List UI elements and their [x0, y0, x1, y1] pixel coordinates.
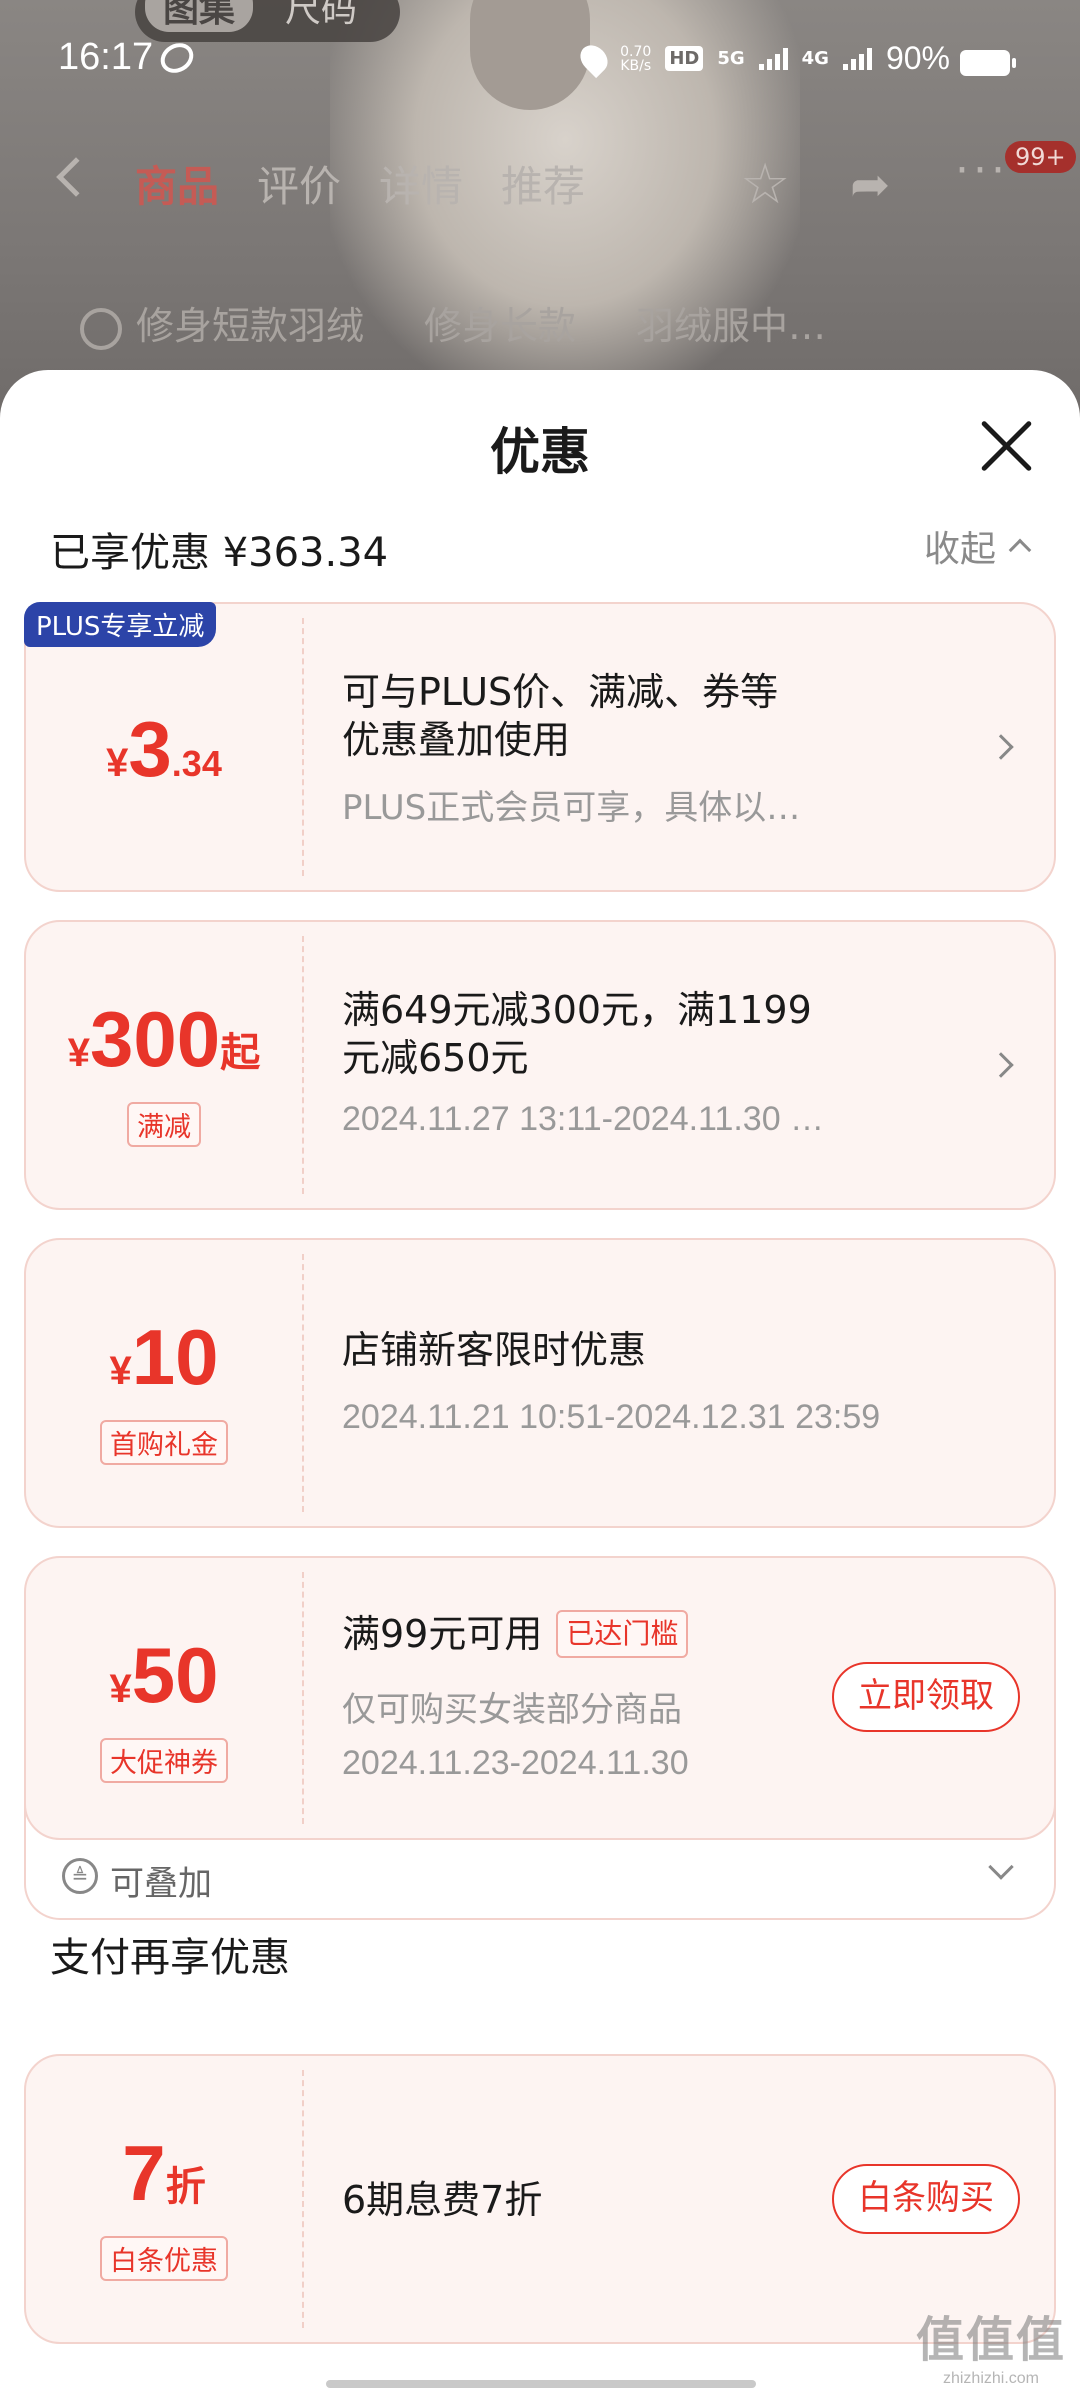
- coupon-validity: 2024.11.27 13:11-2024.11.30 …: [342, 1100, 825, 1138]
- share-icon: ➦: [850, 157, 891, 213]
- coupon-validity: 2024.11.23-2024.11.30: [342, 1744, 689, 1782]
- tab-recommend: 推荐: [501, 162, 586, 211]
- chevron-right-icon: [988, 734, 1014, 760]
- coupon-title: 店铺新客限时优惠: [342, 1328, 647, 1372]
- variant-selector: 修身短款羽绒 修身长款 羽绒服中…: [80, 295, 826, 350]
- card-divider: [302, 1254, 304, 1512]
- coupon-tag: 大促神券: [26, 1738, 302, 1783]
- variant-option: 修身长款: [424, 304, 577, 348]
- variant-option: 羽绒服中…: [636, 304, 827, 348]
- coupon-amount: ¥300起: [67, 995, 261, 1083]
- status-icons: 0.70 KB/s HD 5G 4G 90%: [575, 39, 950, 78]
- location-icon: [575, 39, 614, 78]
- plus-badge: PLUS专享立减: [24, 602, 217, 647]
- coupon-amount: ¥50: [109, 1631, 219, 1719]
- tab-reviews: 评价: [257, 162, 342, 211]
- network-speed: 0.70 KB/s: [620, 43, 652, 74]
- payment-offer-title: 6期息费7折: [342, 2178, 543, 2222]
- stackable-label: 可叠加: [110, 1864, 212, 1904]
- payment-offer-card[interactable]: 7折 白条优惠 6期息费7折 白条购买: [24, 2054, 1056, 2344]
- card-divider: [302, 936, 304, 1194]
- cart-count-badge: 99+: [1005, 141, 1076, 173]
- network-5g-label: 5G: [717, 48, 745, 69]
- variant-option: 修身短款羽绒: [80, 295, 364, 350]
- clock: 16:17: [58, 36, 154, 78]
- coupon-scope: 仅可购买女装部分商品: [342, 1690, 682, 1730]
- promotions-sheet: 优惠 已享优惠 ¥363.34 收起 ¥3.34 可与PLUS价、满减、券等 优…: [0, 370, 1080, 2400]
- threshold-reached-badge: 已达门槛: [556, 1610, 689, 1658]
- product-nav-bar: 商品 评价 详情 推荐 ☆ ➦ ··· 99+: [0, 141, 1080, 225]
- signal-icon: [758, 47, 788, 70]
- sync-icon: [155, 37, 199, 79]
- card-divider: [302, 2070, 304, 2328]
- sheet-title: 优惠: [490, 423, 590, 481]
- media-tab-gallery: 图集: [145, 0, 254, 32]
- signal-icon: [842, 47, 872, 70]
- coupon-subtitle: PLUS正式会员可享，具体以…: [342, 788, 801, 828]
- claim-now-button[interactable]: 立即领取: [832, 1662, 1020, 1732]
- chevron-right-icon: [988, 1052, 1014, 1078]
- product-tabs: 商品 评价 详情 推荐: [135, 153, 585, 214]
- more-icon: ···: [955, 145, 1009, 196]
- battery-percent: 90%: [885, 40, 950, 76]
- coupon-validity: 2024.11.21 10:51-2024.12.31 23:59: [342, 1398, 881, 1436]
- card-divider: [302, 1572, 304, 1824]
- hd-icon: HD: [665, 46, 704, 71]
- discount-summary: 已享优惠 ¥363.34: [50, 530, 389, 576]
- card-divider: [302, 618, 304, 876]
- watermark: 值值值 zhizhizhi.com: [915, 2312, 1066, 2387]
- payment-section-title: 支付再享优惠: [50, 1935, 290, 1981]
- coupon-card-full-reduction[interactable]: ¥300起 满减 满649元减300元，满1199 元减650元 2024.11…: [24, 920, 1056, 1210]
- home-indicator[interactable]: [326, 2380, 756, 2388]
- tab-details: 详情: [379, 162, 464, 211]
- coupon-title: 满99元可用 已达门槛: [342, 1610, 689, 1658]
- coupon-title: 可与PLUS价、满减、券等 优惠叠加使用: [342, 670, 779, 762]
- star-icon: ☆: [740, 152, 791, 217]
- coupon-title: 满649元减300元，满1199 元减650元: [342, 988, 812, 1080]
- close-icon[interactable]: [978, 418, 1034, 474]
- coupon-amount: ¥10: [109, 1313, 219, 1401]
- battery-icon: [960, 50, 1016, 76]
- coupon-card-promo[interactable]: ¥50 大促神券 满99元可用 已达门槛 仅可购买女装部分商品 2024.11.2…: [24, 1556, 1056, 1840]
- coupon-card-plus[interactable]: ¥3.34 可与PLUS价、满减、券等 优惠叠加使用 PLUS正式会员可享，具体…: [24, 602, 1056, 892]
- coupon-card-first-purchase[interactable]: ¥10 首购礼金 店铺新客限时优惠 2024.11.21 10:51-2024.…: [24, 1238, 1056, 1528]
- baitiao-buy-button[interactable]: 白条购买: [832, 2164, 1020, 2234]
- collapse-button[interactable]: 收起: [923, 520, 1032, 572]
- radio-icon: [80, 307, 122, 350]
- status-bar: 16:17 0.70 KB/s HD 5G 4G 90%: [0, 30, 1080, 94]
- media-tab-size: 尺码: [285, 0, 358, 30]
- payment-discount: 7折: [122, 2129, 206, 2217]
- back-icon: [56, 157, 96, 197]
- chevron-up-icon: [1008, 538, 1032, 562]
- collapse-label: 收起: [923, 529, 996, 570]
- chevron-down-icon: [988, 1854, 1014, 1880]
- tab-product: 商品: [135, 162, 220, 211]
- network-4g-label: 4G: [801, 48, 829, 69]
- coupon-amount: ¥3.34: [106, 705, 222, 793]
- stack-icon: ≜: [62, 1858, 98, 1894]
- payment-tag: 白条优惠: [26, 2236, 302, 2281]
- coupon-tag: 满减: [26, 1102, 302, 1147]
- coupon-tag: 首购礼金: [26, 1420, 302, 1465]
